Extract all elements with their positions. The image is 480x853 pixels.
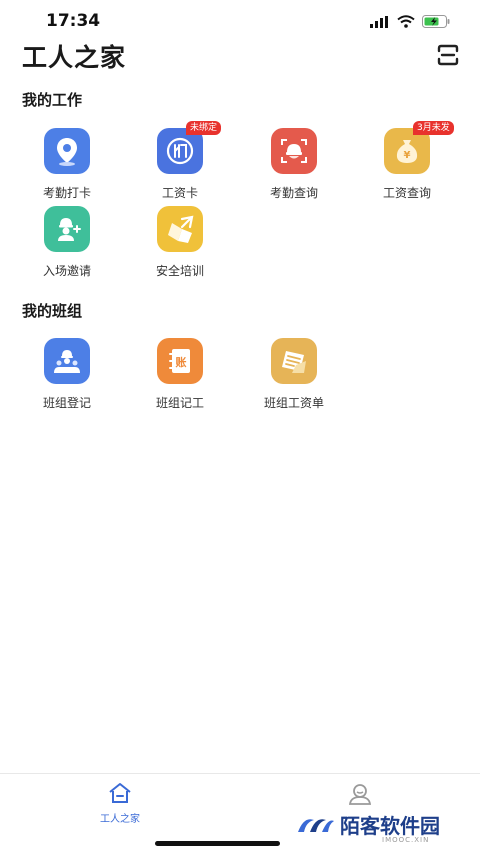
item-label: 工资查询 <box>382 186 431 200</box>
location-pin-icon <box>44 128 90 174</box>
item-label: 班组登记 <box>42 396 91 410</box>
payslip-icon <box>271 338 317 384</box>
safety-helmet-icon <box>157 206 203 252</box>
watermark-logo: 陌客软件园 IMOOC.XIN <box>296 810 440 844</box>
status-time: 17:34 <box>46 11 101 31</box>
page-title: 工人之家 <box>22 43 127 72</box>
watermark-sub: IMOOC.XIN <box>382 836 430 844</box>
item-label: 工资卡 <box>161 186 198 200</box>
watermark-text: 陌客软件园 <box>340 814 440 838</box>
status-bar: 17:34 <box>0 0 480 40</box>
item-label: 安全培训 <box>155 264 204 278</box>
face-scan-icon <box>271 128 317 174</box>
home-indicator[interactable] <box>155 841 280 846</box>
team-item-payslip[interactable]: 班组工资单 <box>244 338 344 410</box>
menu-icon[interactable] <box>436 44 460 66</box>
ledger-glyph: 账 <box>176 355 187 369</box>
work-item-entry-invite[interactable]: 入场邀请 <box>17 206 117 278</box>
watermark-icon <box>298 818 334 832</box>
signal-icon <box>370 13 390 32</box>
item-label: 班组工资单 <box>263 396 324 410</box>
user-profile-icon <box>347 784 373 810</box>
item-label: 考勤查询 <box>269 186 318 200</box>
status-icons <box>370 13 450 32</box>
section-title-my-team: 我的班组 <box>22 302 83 320</box>
item-label: 班组记工 <box>155 396 204 410</box>
work-item-safety-training[interactable]: 安全培训 <box>130 206 230 278</box>
item-label: 入场邀请 <box>42 264 91 278</box>
header: 工人之家 <box>0 36 480 76</box>
home-icon <box>107 783 133 808</box>
work-item-salary-query[interactable]: ¥ 3月未发 工资查询 <box>357 121 457 200</box>
unpaid-badge: 3月未发 <box>413 121 454 135</box>
tab-label: 工人之家 <box>100 814 140 825</box>
tab-home[interactable]: 工人之家 <box>60 782 180 825</box>
svg-text:¥: ¥ <box>404 150 411 161</box>
item-label: 考勤打卡 <box>42 186 91 200</box>
battery-icon <box>422 13 450 32</box>
team-item-register[interactable]: 班组登记 <box>17 338 117 410</box>
section-title-my-work: 我的工作 <box>22 91 83 109</box>
worker-invite-icon <box>44 206 90 252</box>
team-item-work-record[interactable]: 账 班组记工 <box>130 338 230 410</box>
work-item-attendance-clock[interactable]: 考勤打卡 <box>17 128 117 200</box>
team-icon <box>44 338 90 384</box>
wifi-icon <box>397 13 415 32</box>
work-item-attendance-query[interactable]: 考勤查询 <box>244 128 344 200</box>
work-item-salary-card[interactable]: 未绑定 工资卡 <box>130 121 230 200</box>
ledger-icon: 账 <box>157 338 203 384</box>
unbound-badge: 未绑定 <box>186 121 222 135</box>
tab-profile[interactable] <box>300 782 420 810</box>
